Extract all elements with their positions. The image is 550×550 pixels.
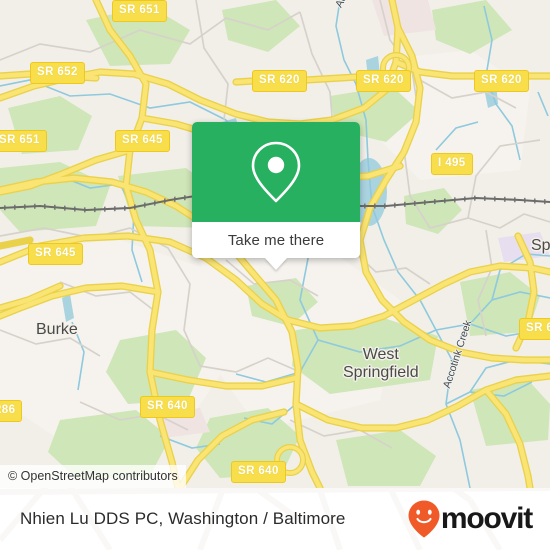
location-title: Nhien Lu DDS PC, Washington / Baltimore: [20, 509, 346, 528]
map-canvas[interactable]: SR 651 SR 652 SR 620 SR 620 SR 620 SR 65…: [0, 0, 550, 488]
road-shield[interactable]: SR 651: [112, 0, 167, 22]
road-shield[interactable]: 286: [0, 400, 23, 422]
popup-header: [192, 122, 360, 222]
road-shield[interactable]: SR 620: [356, 70, 411, 92]
moovit-wordmark: moovit: [440, 502, 533, 535]
map-pin-icon: [251, 141, 301, 203]
place-label-springfield-clipped: Sp: [531, 237, 550, 254]
road-shield[interactable]: SR 645: [28, 243, 83, 265]
road-shield[interactable]: SR 640: [231, 461, 286, 483]
road-shield[interactable]: SR 640: [140, 396, 195, 418]
location-popup-card[interactable]: Take me there: [192, 122, 360, 270]
moovit-logo[interactable]: moovit: [407, 499, 533, 539]
osm-attribution[interactable]: © OpenStreetMap contributors: [0, 465, 186, 488]
place-label-line2: Springfield: [343, 363, 419, 381]
place-label-west-springfield: West Springfield: [343, 346, 419, 382]
place-label-line1: West: [362, 346, 399, 363]
road-shield[interactable]: I 495: [431, 153, 473, 175]
place-label-burke: Burke: [36, 321, 78, 338]
footer-content: Nhien Lu DDS PC, Washington / Baltimore …: [0, 488, 550, 550]
moovit-smiley-pin-icon: [408, 500, 440, 538]
road-shield[interactable]: SR 652: [30, 62, 85, 84]
road-shield[interactable]: SR 64: [519, 318, 550, 340]
road-shield[interactable]: SR 651: [0, 130, 47, 152]
popup-pointer-tail: [265, 258, 287, 270]
road-shield[interactable]: SR 620: [252, 70, 307, 92]
moovit-map-screenshot: SR 651 SR 652 SR 620 SR 620 SR 620 SR 65…: [0, 0, 550, 550]
take-me-there-label: Take me there: [227, 231, 325, 249]
popup-footer[interactable]: Take me there: [192, 222, 360, 270]
footer-bar: Nhien Lu DDS PC, Washington / Baltimore …: [0, 488, 550, 550]
road-shield[interactable]: SR 645: [115, 130, 170, 152]
road-shield[interactable]: SR 620: [474, 70, 529, 92]
